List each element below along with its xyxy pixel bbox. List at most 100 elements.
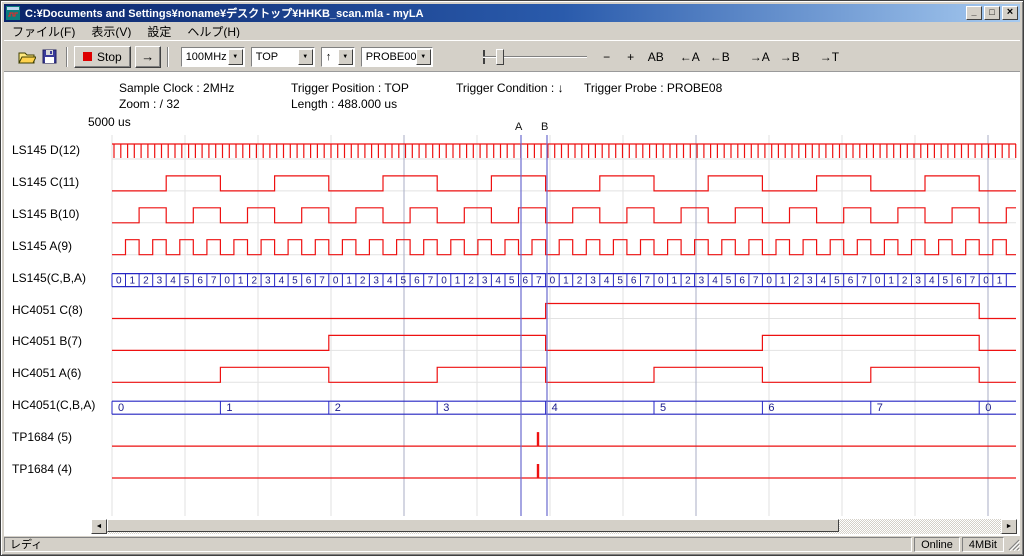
- ab-button[interactable]: AB: [645, 46, 667, 68]
- svg-text:6: 6: [306, 276, 312, 287]
- horizontal-scrollbar[interactable]: ◄ ►: [91, 519, 1017, 534]
- chevron-down-icon[interactable]: ▼: [298, 49, 313, 65]
- svg-text:3: 3: [482, 276, 488, 287]
- goto-b-left-button[interactable]: ←B: [707, 46, 733, 68]
- goto-trigger-button[interactable]: →T: [817, 46, 842, 68]
- save-icon[interactable]: [38, 47, 60, 67]
- waveform-display[interactable]: 0123456701234567012345670123456701234567…: [4, 72, 1020, 536]
- zoom-out-button[interactable]: −: [597, 46, 617, 68]
- goto-b-right-button[interactable]: →B: [777, 46, 803, 68]
- svg-text:1: 1: [238, 276, 244, 287]
- svg-text:4: 4: [279, 276, 285, 287]
- channel-label: LS145 D(12): [12, 143, 80, 157]
- svg-text:1: 1: [997, 276, 1003, 287]
- close-button[interactable]: ×: [1002, 6, 1018, 20]
- svg-text:5: 5: [292, 276, 298, 287]
- svg-text:2: 2: [794, 276, 800, 287]
- app-window: C:¥Documents and Settings¥noname¥デスクトップ¥…: [0, 0, 1024, 556]
- svg-text:3: 3: [265, 276, 271, 287]
- maximize-button[interactable]: □: [984, 6, 1000, 20]
- scroll-right-button[interactable]: ►: [1001, 519, 1017, 534]
- svg-text:7: 7: [861, 276, 867, 287]
- menu-file[interactable]: ファイル(F): [4, 21, 83, 42]
- cursor-a-label[interactable]: A: [515, 121, 522, 133]
- cursor-b-label[interactable]: B: [541, 121, 548, 133]
- svg-text:1: 1: [563, 276, 569, 287]
- titlebar[interactable]: C:¥Documents and Settings¥noname¥デスクトップ¥…: [4, 4, 1020, 22]
- minimize-button[interactable]: _: [966, 6, 982, 20]
- channel-label: LS145 C(11): [12, 175, 79, 189]
- svg-text:7: 7: [428, 276, 434, 287]
- svg-text:7: 7: [536, 276, 542, 287]
- trigger-edge-value: ↑: [322, 51, 338, 63]
- svg-text:2: 2: [468, 276, 474, 287]
- channel-label: TP1684 (5): [12, 430, 72, 444]
- svg-text:6: 6: [631, 276, 637, 287]
- open-file-icon[interactable]: [16, 47, 38, 67]
- channel-label: HC4051 B(7): [12, 334, 82, 348]
- menu-help[interactable]: ヘルプ(H): [179, 21, 248, 42]
- chevron-down-icon[interactable]: ▼: [416, 49, 431, 65]
- svg-text:2: 2: [252, 276, 258, 287]
- svg-text:3: 3: [699, 276, 705, 287]
- sample-clock-combo[interactable]: 100MHz ▼: [181, 47, 245, 67]
- zoom-info: Zoom : / 32: [119, 97, 180, 111]
- svg-text:1: 1: [346, 276, 352, 287]
- channel-label: LS145 A(9): [12, 239, 72, 253]
- waveform-area: 0123456701234567012345670123456701234567…: [4, 72, 1020, 536]
- stop-button[interactable]: Stop: [74, 46, 131, 68]
- menubar: ファイル(F) 表示(V) 設定 ヘルプ(H): [4, 22, 1020, 40]
- svg-text:7: 7: [753, 276, 759, 287]
- zoom-slider[interactable]: [483, 47, 587, 67]
- channel-label: TP1684 (4): [12, 462, 72, 476]
- svg-text:1: 1: [888, 276, 894, 287]
- channel-label: HC4051(C,B,A): [12, 398, 95, 412]
- svg-text:1: 1: [780, 276, 786, 287]
- svg-text:6: 6: [848, 276, 854, 287]
- scroll-left-button[interactable]: ◄: [91, 519, 107, 534]
- svg-text:6: 6: [768, 402, 774, 414]
- scrollbar-thumb[interactable]: [107, 519, 839, 532]
- trigger-edge-combo[interactable]: ↑ ▼: [321, 47, 355, 67]
- svg-text:5: 5: [726, 276, 732, 287]
- channel-label: LS145 B(10): [12, 207, 79, 221]
- svg-text:2: 2: [685, 276, 691, 287]
- resize-grip[interactable]: [1006, 537, 1020, 551]
- menu-settings[interactable]: 設定: [139, 21, 179, 42]
- statusbar: レディ Online 4MBit: [4, 536, 1020, 552]
- svg-text:4: 4: [821, 276, 827, 287]
- svg-text:1: 1: [226, 402, 232, 414]
- svg-text:5: 5: [660, 402, 666, 414]
- sample-clock-info: Sample Clock : 2MHz: [119, 81, 234, 95]
- svg-text:6: 6: [197, 276, 203, 287]
- trigger-probe-value: PROBE00: [362, 51, 416, 63]
- svg-text:3: 3: [157, 276, 163, 287]
- svg-text:1: 1: [455, 276, 461, 287]
- chevron-down-icon[interactable]: ▼: [228, 49, 243, 65]
- svg-text:4: 4: [929, 276, 935, 287]
- goto-a-left-button[interactable]: ←A: [677, 46, 703, 68]
- slider-handle[interactable]: [496, 49, 504, 65]
- scrollbar-track[interactable]: [107, 519, 1001, 534]
- svg-text:0: 0: [985, 402, 991, 414]
- zoom-in-button[interactable]: +: [621, 46, 641, 68]
- status-online-badge: Online: [914, 537, 960, 552]
- sample-clock-value: 100MHz: [182, 51, 228, 63]
- goto-a-right-button[interactable]: →A: [747, 46, 773, 68]
- svg-text:4: 4: [552, 402, 558, 414]
- run-button[interactable]: →: [135, 46, 161, 68]
- toolbar-separator: [167, 47, 169, 67]
- status-message: レディ: [4, 537, 912, 552]
- chevron-down-icon[interactable]: ▼: [338, 49, 353, 65]
- trigger-position-combo[interactable]: TOP ▼: [251, 47, 315, 67]
- svg-text:2: 2: [335, 402, 341, 414]
- channel-label: LS145(C,B,A): [12, 271, 86, 285]
- menu-view[interactable]: 表示(V): [83, 21, 139, 42]
- svg-text:6: 6: [739, 276, 745, 287]
- stop-square-icon: [83, 52, 92, 61]
- svg-text:1: 1: [130, 276, 136, 287]
- trigger-probe-combo[interactable]: PROBE00 ▼: [361, 47, 433, 67]
- svg-text:0: 0: [875, 276, 881, 287]
- svg-text:5: 5: [509, 276, 515, 287]
- svg-text:5: 5: [834, 276, 840, 287]
